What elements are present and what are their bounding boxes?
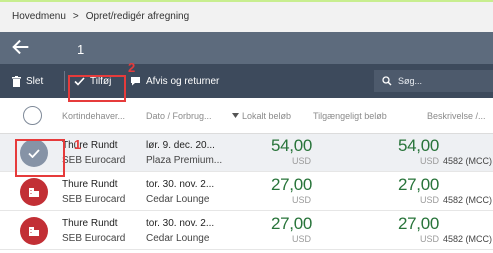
search-icon bbox=[382, 76, 392, 86]
merchant-category-icon[interactable] bbox=[20, 178, 48, 206]
building-icon bbox=[29, 227, 39, 236]
trash-icon bbox=[12, 75, 21, 87]
local-currency: USD bbox=[292, 195, 312, 205]
merchant-category-icon[interactable] bbox=[20, 217, 48, 245]
local-amount: 27,00 bbox=[271, 175, 313, 194]
available-currency: USD bbox=[420, 156, 440, 166]
column-header: Kortindehaver... Dato / Forbrug... Lokal… bbox=[0, 98, 493, 134]
transaction-date: lør. 9. dec. 20... bbox=[146, 140, 215, 151]
comment-icon bbox=[131, 77, 140, 86]
search-placeholder: Søg... bbox=[398, 76, 423, 86]
available-amount: 27,00 bbox=[398, 175, 440, 194]
description: 4582 (MCC) bbox=[443, 195, 493, 205]
merchant-name: Plaza Premium... bbox=[146, 155, 223, 166]
select-all-radio[interactable] bbox=[23, 106, 42, 125]
description: 4582 (MCC) bbox=[443, 156, 493, 166]
highlight-box-add bbox=[68, 75, 126, 102]
breadcrumb-home[interactable]: Hovedmenu bbox=[12, 11, 66, 22]
cardholder-name: Thure Rundt bbox=[62, 179, 118, 190]
search-field[interactable]: Søg... bbox=[374, 70, 493, 92]
breadcrumb: Hovedmenu > Opret/redigér afregning bbox=[0, 0, 493, 32]
local-currency: USD bbox=[292, 234, 312, 244]
column-date[interactable]: Dato / Forbrug... bbox=[146, 111, 212, 121]
available-amount: 54,00 bbox=[398, 136, 440, 155]
available-currency: USD bbox=[420, 195, 440, 205]
breadcrumb-separator: > bbox=[72, 11, 79, 22]
available-amount: 27,00 bbox=[398, 214, 440, 233]
column-available-amount[interactable]: Tilgængeligt beløb bbox=[313, 111, 387, 121]
merchant-name: Cedar Lounge bbox=[146, 194, 210, 205]
sort-down-icon[interactable] bbox=[232, 113, 239, 118]
toolbar-divider bbox=[64, 71, 65, 91]
column-local-amount[interactable]: Lokalt beløb bbox=[242, 111, 291, 121]
back-arrow-icon[interactable] bbox=[10, 36, 32, 58]
breadcrumb-current: Opret/redigér afregning bbox=[85, 11, 190, 22]
local-amount: 54,00 bbox=[271, 136, 313, 155]
cardholder-name: Thure Rundt bbox=[62, 140, 118, 151]
selection-count: 1 bbox=[77, 42, 85, 57]
title-bar: 1 bbox=[0, 32, 493, 64]
annotation-number-1: 1 bbox=[74, 137, 82, 152]
column-date-label: Dato / Forbrug... bbox=[146, 111, 212, 121]
annotation-number-2: 2 bbox=[128, 60, 136, 75]
column-description[interactable]: Beskrivelse /... bbox=[427, 111, 486, 121]
highlight-box-row-select bbox=[15, 139, 65, 177]
description: 4582 (MCC) bbox=[443, 234, 493, 244]
transaction-date: tor. 30. nov. 2... bbox=[146, 179, 215, 190]
delete-label: Slet bbox=[26, 75, 44, 87]
card-type: SEB Eurocard bbox=[62, 194, 126, 205]
local-currency: USD bbox=[292, 156, 312, 166]
available-currency: USD bbox=[420, 234, 440, 244]
table-row[interactable]: Thure Rundt SEB Eurocard tor. 30. nov. 2… bbox=[0, 212, 493, 250]
building-icon bbox=[29, 188, 39, 197]
column-cardholder[interactable]: Kortindehaver... bbox=[62, 111, 125, 121]
local-amount: 27,00 bbox=[271, 214, 313, 233]
reject-return-label: Afvis og returner bbox=[146, 75, 220, 87]
merchant-name: Cedar Lounge bbox=[146, 233, 210, 244]
card-type: SEB Eurocard bbox=[62, 233, 126, 244]
card-type: SEB Eurocard bbox=[62, 155, 126, 166]
cardholder-name: Thure Rundt bbox=[62, 218, 118, 229]
transaction-date: tor. 30. nov. 2... bbox=[146, 218, 215, 229]
reject-return-button[interactable]: Afvis og returner bbox=[130, 64, 219, 98]
table-row[interactable]: Thure Rundt SEB Eurocard tor. 30. nov. 2… bbox=[0, 173, 493, 211]
delete-button[interactable]: Slet bbox=[12, 64, 43, 98]
